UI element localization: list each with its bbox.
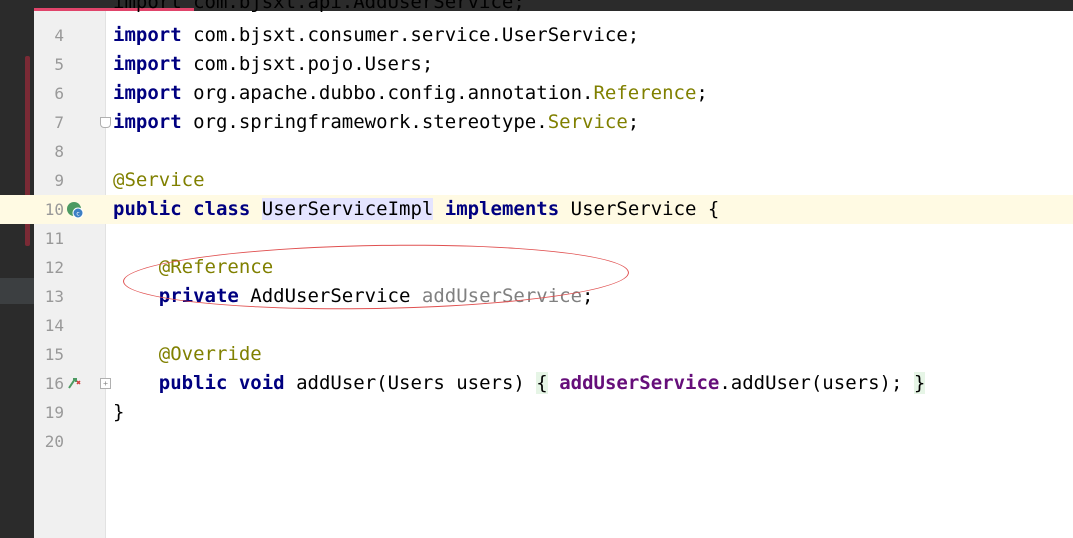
code-line[interactable]: 6 import org.apache.dubbo.config.annotati… — [0, 79, 1073, 108]
line-number: 9 — [54, 171, 64, 190]
code-token: class — [193, 198, 251, 220]
line-number: 11 — [44, 229, 64, 248]
line-number: 20 — [44, 432, 64, 451]
code-line[interactable]: 14 — [0, 311, 1073, 340]
code-token: UserService { — [559, 198, 720, 220]
code-text[interactable]: public void addUser(Users users) { addUs… — [113, 369, 926, 398]
code-token: ; — [627, 111, 640, 133]
fold-expand-icon[interactable]: + — [100, 378, 111, 389]
fold-marker-icon[interactable] — [100, 117, 111, 128]
code-token: import — [113, 24, 182, 46]
code-line[interactable]: 11 — [0, 224, 1073, 253]
code-token: Reference — [593, 82, 697, 104]
code-token: } — [913, 372, 926, 394]
code-token: org.apache.dubbo.config.annotation. — [181, 82, 594, 104]
code-token: com.bjsxt.consumer.service.UserService; — [181, 24, 640, 46]
code-line[interactable]: 4 import com.bjsxt.consumer.service.UserS… — [0, 21, 1073, 50]
code-token: AddUserService — [238, 285, 422, 307]
override-icon[interactable] — [66, 375, 82, 391]
line-number: 4 — [54, 26, 64, 45]
code-line[interactable]: 5 import com.bjsxt.pojo.Users; — [0, 50, 1073, 79]
code-text[interactable]: private AddUserService addUserService; — [113, 282, 594, 311]
code-token: public — [158, 372, 228, 394]
code-text[interactable]: import org.apache.dubbo.config.annotatio… — [113, 79, 708, 108]
code-token: com.bjsxt.pojo.Users; — [181, 53, 434, 75]
code-line-partial: import com.bjsxt.api.AddUserService; — [113, 0, 525, 13]
line-number: 13 — [44, 287, 64, 306]
code-token: } — [113, 401, 125, 423]
code-line[interactable]: 8 — [0, 137, 1073, 166]
line-number: 7 — [54, 113, 64, 132]
code-token: public — [113, 198, 182, 220]
code-token: import — [113, 53, 182, 75]
code-token: import — [113, 111, 182, 133]
code-token: org.springframework.stereotype. — [181, 111, 548, 133]
code-token: @Service — [113, 169, 205, 191]
line-number: 19 — [44, 403, 64, 422]
line-number: 10 — [34, 195, 64, 224]
code-line[interactable]: 13 private AddUserService addUserService… — [0, 282, 1073, 311]
code-text[interactable]: } — [113, 398, 124, 427]
code-text[interactable]: @Reference — [113, 253, 273, 282]
code-token: UserServiceImpl — [261, 198, 434, 220]
code-line[interactable]: 9 @Service — [0, 166, 1073, 195]
line-number: 14 — [44, 316, 64, 335]
code-token: addUser(Users users) — [284, 372, 537, 394]
code-token: void — [238, 372, 285, 394]
code-line[interactable]: 12 @Reference — [0, 253, 1073, 282]
code-line[interactable]: 7 import org.springframework.stereotype.S… — [0, 108, 1073, 137]
code-text[interactable]: @Service — [113, 166, 205, 195]
code-token: private — [158, 285, 239, 307]
code-text[interactable]: public class UserServiceImpl implements … — [113, 195, 719, 224]
code-token: implements — [444, 198, 560, 220]
line-number: 5 — [54, 55, 64, 74]
code-text[interactable]: import org.springframework.stereotype.Se… — [113, 108, 639, 137]
svg-text:c: c — [76, 211, 79, 218]
line-number: 15 — [44, 345, 64, 364]
code-line[interactable]: 10 public class UserServiceImpl implement… — [0, 195, 1073, 224]
code-token: { — [536, 372, 548, 394]
code-token: @Override — [158, 343, 262, 365]
code-text[interactable]: import com.bjsxt.pojo.Users; — [113, 50, 433, 79]
line-number: 16 — [44, 374, 64, 393]
code-line[interactable]: 20 — [0, 427, 1073, 456]
code-token: import — [113, 82, 182, 104]
code-token: ; — [582, 285, 594, 307]
code-token: addUserService — [421, 285, 583, 307]
code-token: Service — [547, 111, 628, 133]
line-number: 12 — [44, 258, 64, 277]
code-token: ; — [696, 82, 708, 104]
code-token: addUserService — [559, 372, 720, 394]
implementation-icon[interactable]: c — [66, 201, 84, 219]
code-line[interactable]: 15 @Override — [0, 340, 1073, 369]
code-text[interactable]: import com.bjsxt.consumer.service.UserSe… — [113, 21, 639, 50]
code-token: .addUser(users); — [719, 372, 914, 394]
line-number: 6 — [54, 84, 64, 103]
line-number: 8 — [54, 142, 64, 161]
code-token: @Reference — [158, 256, 274, 278]
code-text[interactable]: @Override — [113, 340, 262, 369]
code-line[interactable]: 19} — [0, 398, 1073, 427]
code-line[interactable]: 16 public void addUser(Users users) { ad… — [0, 369, 1073, 398]
